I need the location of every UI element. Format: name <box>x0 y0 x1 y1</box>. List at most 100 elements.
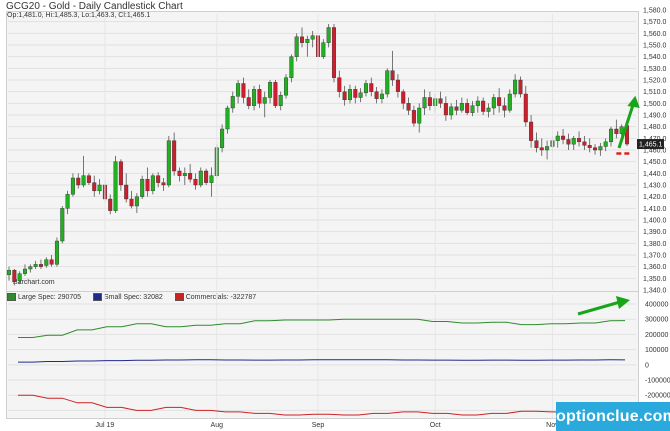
candle-up <box>571 138 576 145</box>
candle-down <box>12 269 17 283</box>
candle-up <box>310 35 315 40</box>
candle-up <box>321 42 326 57</box>
candle-up <box>347 89 352 101</box>
candle-down <box>161 182 166 186</box>
candle-down <box>129 198 134 207</box>
candle-up <box>236 83 241 97</box>
candle-down <box>406 103 411 111</box>
price-y-tick-label: 1,490.0 <box>643 113 666 120</box>
candle-up <box>268 82 273 98</box>
candle-up <box>513 79 518 95</box>
candle-down <box>587 145 592 148</box>
candle-up <box>609 128 614 143</box>
candle-up <box>470 105 475 113</box>
candle-down <box>534 140 539 148</box>
candle-down <box>438 98 443 104</box>
price-y-tick-label: 1,430.0 <box>643 183 666 190</box>
price-y-tick-label: 1,540.0 <box>643 54 666 61</box>
candle-up <box>70 177 75 195</box>
candle-up <box>278 94 283 106</box>
candle-up <box>182 173 187 176</box>
candle-up <box>220 128 225 148</box>
candle-up <box>230 96 235 109</box>
last-price-label: 1,465.1 <box>639 142 662 149</box>
candle-up <box>6 269 11 276</box>
cot-y-tick-label: 300000 <box>645 317 668 324</box>
price-y-tick-label: 1,520.0 <box>643 78 666 85</box>
price-y-tick-label: 1,560.0 <box>643 31 666 38</box>
candle-up <box>555 135 560 141</box>
candle-up <box>486 107 491 112</box>
candle-down <box>454 106 459 111</box>
price-y-tick-label: 1,510.0 <box>643 89 666 96</box>
candle-up <box>225 107 230 130</box>
x-tick-label: Oct <box>430 422 441 429</box>
candle-up <box>284 77 289 96</box>
price-y-tick-label: 1,530.0 <box>643 66 666 73</box>
candle-down <box>337 77 342 92</box>
candle-up <box>459 103 464 111</box>
price-y-tick-label: 1,450.0 <box>643 159 666 166</box>
candle-down <box>614 128 619 134</box>
cot-series-line-1 <box>18 359 626 363</box>
candle-down <box>523 93 528 123</box>
price-y-tick-label: 1,480.0 <box>643 124 666 131</box>
candle-down <box>582 141 587 146</box>
candle-up <box>140 178 145 197</box>
price-y-tick-label: 1,390.0 <box>643 229 666 236</box>
candle-up <box>60 208 65 242</box>
candle-down <box>401 91 406 104</box>
candle-down <box>241 83 246 98</box>
candle-up <box>363 83 368 94</box>
price-y-tick-label: 1,580.0 <box>643 8 666 15</box>
candle-down <box>411 110 416 124</box>
candle-up <box>305 38 310 43</box>
candle-up <box>252 89 257 106</box>
candle-down <box>539 147 544 151</box>
candle-up <box>262 97 267 104</box>
candle-down <box>331 27 336 78</box>
candle-down <box>257 89 262 104</box>
candle-down <box>273 82 278 106</box>
candle-up <box>422 97 427 109</box>
candle-up <box>198 170 203 186</box>
candle-down <box>427 97 432 106</box>
candle-up <box>166 140 171 186</box>
candle-down <box>390 70 395 81</box>
candle-up <box>603 141 608 147</box>
candle-down <box>481 100 486 112</box>
cot-y-tick-label: -100000 <box>645 378 670 385</box>
optionclue-watermark: optionclue.com <box>556 402 670 431</box>
candle-up <box>28 266 33 270</box>
candle-up <box>294 36 299 57</box>
candle-up <box>22 268 27 274</box>
candle-up <box>507 93 512 111</box>
candle-up <box>379 93 384 99</box>
candle-up <box>326 27 331 43</box>
candle-up <box>385 70 390 95</box>
price-y-tick-label: 1,420.0 <box>643 194 666 201</box>
price-y-tick-label: 1,570.0 <box>643 19 666 26</box>
candle-down <box>108 198 113 211</box>
candle-up <box>598 146 603 151</box>
candle-up <box>81 175 86 186</box>
candle-down <box>204 170 209 183</box>
x-tick-label: Jul 19 <box>96 422 115 429</box>
candle-down <box>561 135 566 140</box>
candle-down <box>593 147 598 151</box>
candle-down <box>177 170 182 176</box>
candle-down <box>300 36 305 43</box>
price-y-tick-label: 1,350.0 <box>643 276 666 283</box>
cot-y-tick-label: -200000 <box>645 393 670 400</box>
price-y-tick-label: 1,550.0 <box>643 43 666 50</box>
price-y-tick-label: 1,400.0 <box>643 218 666 225</box>
candle-up <box>449 106 454 116</box>
candle-up <box>491 97 496 109</box>
price-y-tick-label: 1,340.0 <box>643 288 666 295</box>
chart-canvas: 1,340.0 1,350.0 1,360.0 1,370.0 1,380.0 1,390… <box>6 8 670 429</box>
price-y-tick-label: 1,370.0 <box>643 253 666 260</box>
candle-down <box>502 105 507 111</box>
cot-y-tick-label: 400000 <box>645 302 668 309</box>
candle-up <box>545 146 550 151</box>
candle-down <box>465 103 470 113</box>
